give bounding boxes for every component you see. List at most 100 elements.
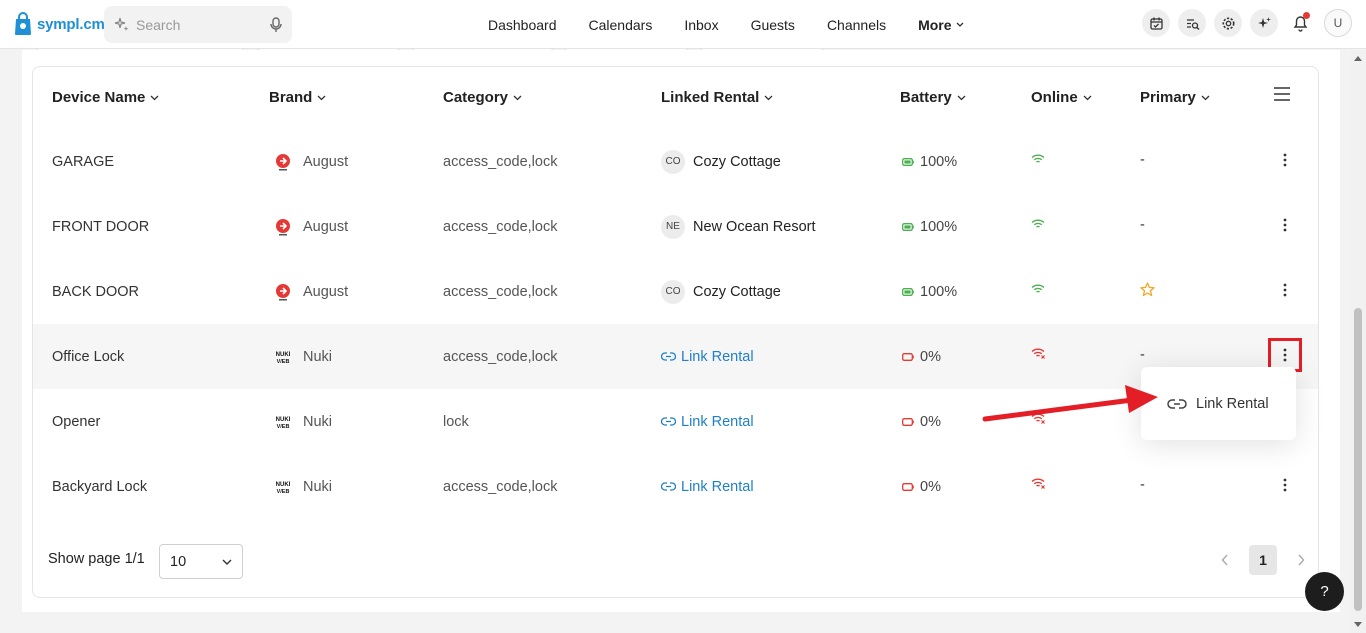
help-button[interactable]: ? xyxy=(1305,572,1344,611)
header-online-label: Online xyxy=(1031,89,1078,106)
prev-page-button[interactable] xyxy=(1211,545,1239,575)
header-battery-label: Battery xyxy=(900,89,952,106)
app-logo[interactable]: sympl.cm xyxy=(13,12,105,36)
search-input[interactable] xyxy=(136,16,266,33)
table-row[interactable]: Backyard Lock NUKI V/EB Nuki access_code,loc… xyxy=(33,454,1318,519)
more-vertical-icon xyxy=(1283,348,1287,361)
star-icon[interactable] xyxy=(1140,282,1155,297)
battery-icon xyxy=(902,287,914,296)
brand-name: Nuki xyxy=(303,348,333,365)
brand-name: Nuki xyxy=(303,413,333,430)
svg-text:NUKI: NUKI xyxy=(276,352,291,358)
column-menu-icon[interactable] xyxy=(1273,86,1291,102)
link-icon xyxy=(661,352,676,361)
brand-name: August xyxy=(303,218,349,235)
chevron-down-icon xyxy=(513,95,522,101)
nuki-logo-icon: NUKIV/EB xyxy=(276,417,291,430)
battery-value: 0% xyxy=(920,348,941,365)
calendar-check-icon[interactable] xyxy=(1142,9,1170,37)
brand-name: August xyxy=(303,153,349,170)
scroll-up-arrow[interactable] xyxy=(1354,56,1362,61)
chevron-right-icon xyxy=(1298,554,1305,566)
scroll-down-arrow[interactable] xyxy=(1354,622,1362,627)
more-vertical-icon xyxy=(1283,478,1287,491)
nav-inbox[interactable]: Inbox xyxy=(668,17,734,33)
rental-name[interactable]: Cozy Cottage xyxy=(693,154,781,170)
category-value: access_code,lock xyxy=(443,348,558,365)
header-brand-label: Brand xyxy=(269,89,313,106)
battery-empty-icon xyxy=(902,482,914,491)
link-icon xyxy=(661,482,676,491)
header-linked-rental-label: Linked Rental xyxy=(661,89,760,106)
rental-name[interactable]: Cozy Cottage xyxy=(693,284,781,300)
table-row[interactable]: GARAGE August access_code,lock CO Cozy Cotta… xyxy=(33,129,1318,194)
wifi-icon xyxy=(1031,219,1045,228)
table-row[interactable]: FRONT DOOR August access_code,lock NE New Oc… xyxy=(33,194,1318,259)
scroll-thumb[interactable] xyxy=(1354,308,1362,611)
link-rental-link[interactable]: Link Rental xyxy=(661,479,754,495)
wifi-off-icon xyxy=(1031,348,1045,359)
avatar[interactable]: U xyxy=(1324,9,1352,37)
device-name: Office Lock xyxy=(52,348,125,365)
devices-table: Device Name Brand Category Linked Rental… xyxy=(32,66,1319,598)
battery-icon xyxy=(902,157,914,166)
nav-channels[interactable]: Channels xyxy=(811,17,902,33)
battery-empty-icon xyxy=(902,352,914,361)
logo-bag-icon xyxy=(15,12,31,35)
nav-guests[interactable]: Guests xyxy=(735,17,811,33)
table-row[interactable]: Opener NUKI V/EB Nuki lock Link Rental 0% xyxy=(33,389,1318,454)
battery-value: 0% xyxy=(920,413,941,430)
popover-link-rental-label: Link Rental xyxy=(1196,395,1269,412)
link-rental-link[interactable]: Link Rental xyxy=(661,414,754,430)
battery-empty-icon xyxy=(902,417,914,426)
primary-value: - xyxy=(1140,346,1145,363)
devices-card: Device Name Brand Category Linked Rental… xyxy=(22,50,1340,612)
row-actions-button[interactable] xyxy=(1268,337,1302,372)
nav-calendars[interactable]: Calendars xyxy=(573,17,669,33)
wifi-icon xyxy=(1031,154,1045,163)
category-value: lock xyxy=(443,413,469,430)
chevron-down-icon xyxy=(764,95,773,101)
page-number-button[interactable]: 1 xyxy=(1249,545,1277,575)
page-size-select[interactable]: 10 xyxy=(159,544,243,579)
header-category[interactable]: Category xyxy=(443,67,522,129)
row-actions-button[interactable] xyxy=(1273,213,1297,237)
row-actions-button[interactable] xyxy=(1273,473,1297,497)
search-list-icon[interactable] xyxy=(1178,9,1206,37)
link-icon xyxy=(1167,398,1187,409)
bell-icon[interactable] xyxy=(1286,9,1314,37)
category-value: access_code,lock xyxy=(443,218,558,235)
settings-gear-icon[interactable] xyxy=(1214,9,1242,37)
august-logo-icon xyxy=(276,218,290,235)
microphone-icon[interactable] xyxy=(270,16,282,33)
row-actions-button[interactable] xyxy=(1273,278,1297,302)
search-box[interactable] xyxy=(104,6,292,43)
scrollbar[interactable] xyxy=(1351,50,1366,633)
header-online[interactable]: Online xyxy=(1031,67,1092,129)
link-rental-link[interactable]: Link Rental xyxy=(661,349,754,365)
table-row[interactable]: Office Lock NUKI V/EB Nuki access_code,lock L… xyxy=(33,324,1318,389)
sparkle-search-icon xyxy=(114,17,129,31)
wifi-off-icon xyxy=(1031,478,1045,489)
rental-name[interactable]: New Ocean Resort xyxy=(693,219,816,235)
nuki-logo-icon: NUKIV/EB xyxy=(276,482,291,495)
table-row[interactable]: BACK DOOR August access_code,lock CO Cozy Co… xyxy=(33,259,1318,324)
header-brand[interactable]: Brand xyxy=(269,67,326,129)
row-actions-popover[interactable]: Link Rental xyxy=(1141,367,1296,440)
svg-text:V/EB: V/EB xyxy=(277,489,290,495)
header-device-name-label: Device Name xyxy=(52,89,146,106)
nav-dashboard[interactable]: Dashboard xyxy=(472,17,573,33)
header-primary[interactable]: Primary xyxy=(1140,67,1210,129)
row-actions-button[interactable] xyxy=(1273,148,1297,172)
header-linked-rental[interactable]: Linked Rental xyxy=(661,67,773,129)
svg-text:V/EB: V/EB xyxy=(277,424,290,430)
sparkle-icon[interactable] xyxy=(1250,9,1278,37)
nav-more[interactable]: More xyxy=(902,17,979,33)
link-rental-label: Link Rental xyxy=(681,478,754,495)
next-page-button[interactable] xyxy=(1287,545,1315,575)
more-vertical-icon xyxy=(1283,283,1287,296)
more-vertical-icon xyxy=(1283,218,1287,231)
header-battery[interactable]: Battery xyxy=(900,67,966,129)
header-category-label: Category xyxy=(443,89,509,106)
header-device-name[interactable]: Device Name xyxy=(52,67,159,129)
